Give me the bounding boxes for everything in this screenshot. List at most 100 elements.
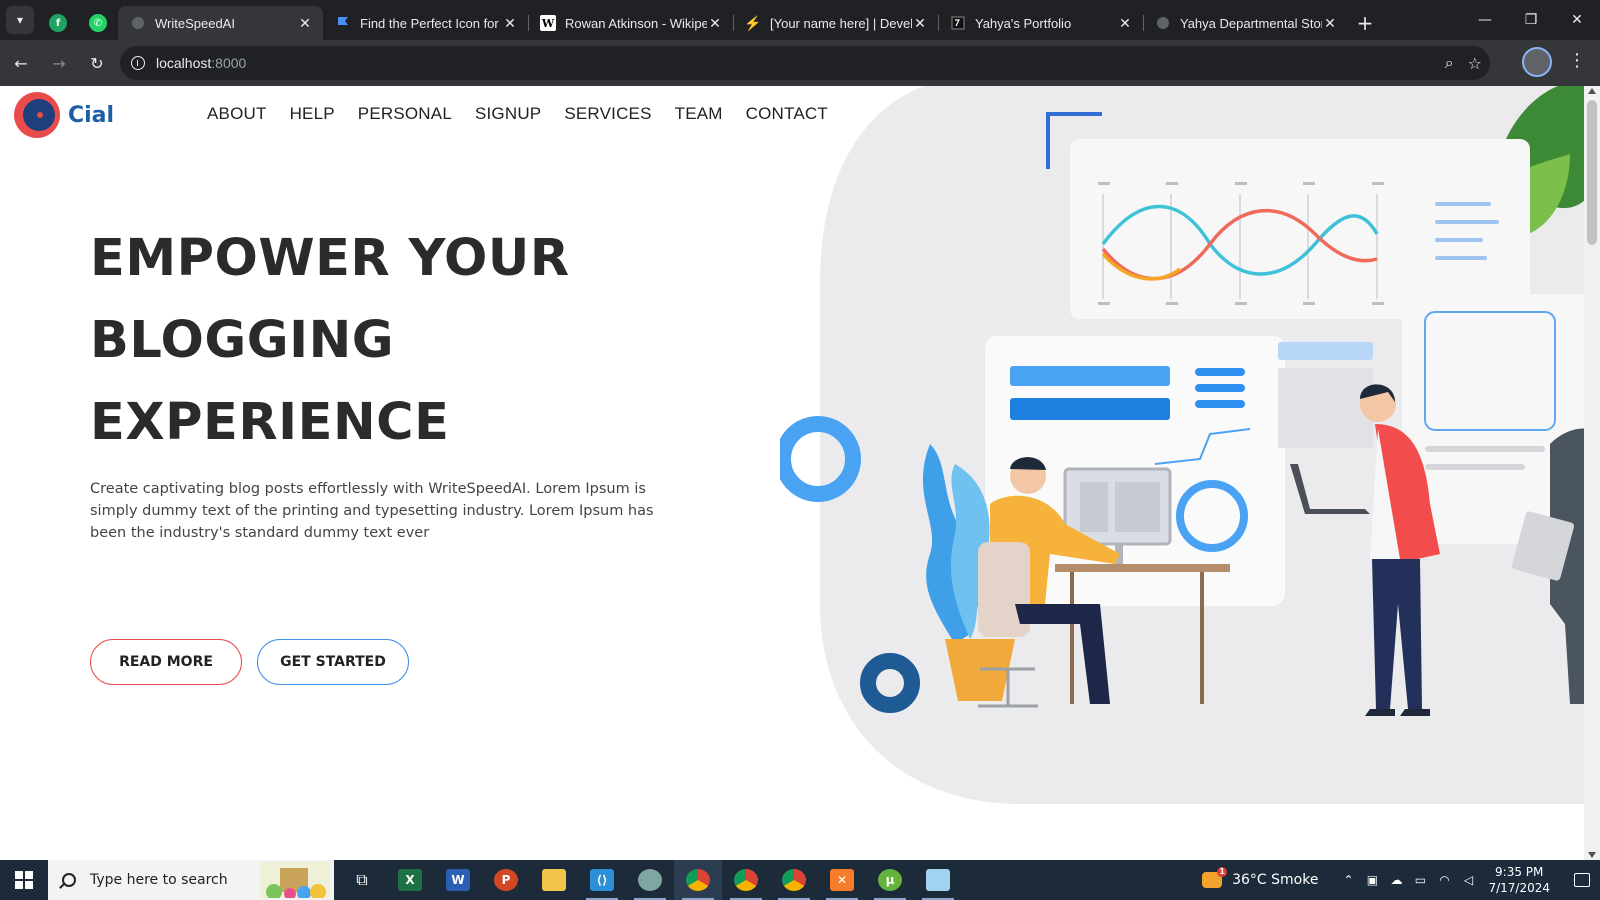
nav-services[interactable]: SERVICES [564,104,651,124]
page-scrollbar[interactable] [1584,86,1600,860]
taskbar-search[interactable]: Type here to search [48,860,334,900]
globe-icon [1155,15,1171,31]
task-view-button[interactable]: ⧉ [338,860,386,900]
zoom-icon[interactable]: ⌕ [1445,53,1454,73]
file-explorer-icon [542,869,566,891]
scroll-up-icon[interactable] [1588,88,1596,94]
scrollbar-thumb[interactable] [1587,100,1597,245]
browser-menu-icon[interactable]: ⋮ [1568,50,1586,71]
xampp-button[interactable]: ✕ [818,860,866,900]
tab-find-icon[interactable]: Find the Perfect Icon for Your ✕ [323,6,529,40]
notification-center-button[interactable] [1564,860,1600,900]
taskbar-apps: ⧉ X W P ⟨⟩ ✕ µ [338,860,962,900]
browser-toolbar: ← → ↻ localhost:8000 ⌕ ☆ ⋮ [0,40,1600,86]
main-navigation: ABOUT HELP PERSONAL SIGNUP SERVICES TEAM… [207,104,828,124]
close-window-button[interactable]: ✕ [1554,0,1600,40]
tab-writespeedai[interactable]: WriteSpeedAI ✕ [118,6,323,40]
new-tab-button[interactable]: + [1348,6,1382,40]
chart-card [1070,139,1530,319]
tab-wikipedia[interactable]: W Rowan Atkinson - Wikipedia ✕ [528,6,734,40]
restore-button[interactable]: ❐ [1508,0,1554,40]
profile-avatar[interactable] [1522,47,1552,77]
search-icon [62,873,76,887]
chrome-button[interactable] [674,860,722,900]
weather-widget[interactable]: 1 36°C Smoke [1202,867,1319,888]
bookmark-star-icon[interactable]: ☆ [1468,54,1482,73]
tab-title: Find the Perfect Icon for Your [360,15,502,31]
pinned-tab-1[interactable]: f [38,6,78,40]
close-tab-icon[interactable]: ✕ [707,15,723,32]
forward-button[interactable]: → [42,46,76,80]
tab-search-button[interactable]: ▾ [6,6,34,34]
page-viewport: Cial ABOUT HELP PERSONAL SIGNUP SERVICES… [0,86,1600,860]
site-info-icon[interactable] [122,47,154,79]
tab-developer[interactable]: ⚡ [Your name here] | Developer ✕ [733,6,939,40]
show-hidden-icons-chevron[interactable]: ⌃ [1336,873,1360,887]
utorrent-button[interactable]: µ [866,860,914,900]
url-text: localhost:8000 [156,55,247,71]
pinned-tab-whatsapp[interactable]: ✆ [78,6,118,40]
close-tab-icon[interactable]: ✕ [502,15,518,32]
powerpoint-button[interactable]: P [482,860,530,900]
close-tab-icon[interactable]: ✕ [297,15,313,32]
hero-title-line: EXPERIENCE [90,393,450,452]
tab-departmental-store[interactable]: Yahya Departmental Store ✕ [1143,6,1348,40]
tab-portfolio[interactable]: Yahya's Portfolio ✕ [938,6,1144,40]
battery-icon[interactable]: ▭ [1408,873,1432,887]
close-tab-icon[interactable]: ✕ [912,15,928,32]
close-tab-icon[interactable]: ✕ [1322,15,1338,32]
hero-title-line: BLOGGING [90,311,395,370]
chrome-profile-2-button[interactable] [770,860,818,900]
tab-title: WriteSpeedAI [155,15,235,31]
app-icon [638,869,662,891]
nav-help[interactable]: HELP [290,104,335,124]
nav-about[interactable]: ABOUT [207,104,267,124]
get-started-button[interactable]: GET STARTED [257,639,409,685]
clock[interactable]: 9:35 PM 7/17/2024 [1488,864,1550,896]
hero-title: EMPOWER YOUR BLOGGING EXPERIENCE [90,218,570,464]
tab-title: [Your name here] | Developer [770,15,912,31]
system-tray: 1 36°C Smoke ⌃ ▣ ☁ ▭ ◠ ◁ 9:35 PM 7/17/20… [1202,860,1600,900]
hero-description: Create captivating blog posts effortless… [90,481,654,541]
globe-icon [130,15,146,31]
reload-button[interactable]: ↻ [80,46,114,80]
app-button[interactable] [626,860,674,900]
powerpoint-icon: P [494,869,518,891]
volume-icon[interactable]: ◁ [1456,873,1480,887]
weather-icon: 1 [1202,867,1228,888]
clock-time: 9:35 PM [1495,865,1544,879]
notes-icon [926,869,950,891]
xampp-icon: ✕ [830,869,854,891]
onedrive-cloud-icon[interactable]: ☁ [1384,873,1408,887]
scroll-down-icon[interactable] [1588,852,1596,858]
word-button[interactable]: W [434,860,482,900]
clock-date: 7/17/2024 [1488,881,1550,895]
logo-text: Cial [68,102,115,128]
start-button[interactable] [0,860,48,900]
nav-signup[interactable]: SIGNUP [475,104,541,124]
window-controls: — ❐ ✕ [1462,0,1600,40]
read-more-button[interactable]: READ MORE [90,639,242,685]
file-explorer-button[interactable] [530,860,578,900]
wifi-icon[interactable]: ◠ [1432,873,1456,887]
site-logo[interactable]: Cial [14,92,114,138]
flag-icon [335,15,351,31]
close-tab-icon[interactable]: ✕ [1117,15,1133,32]
search-highlight-art [260,862,330,898]
minimize-button[interactable]: — [1462,0,1508,40]
wikipedia-icon: W [540,15,556,31]
vscode-icon: ⟨⟩ [590,869,614,891]
nav-personal[interactable]: PERSONAL [358,104,452,124]
weather-text: 36°C Smoke [1232,872,1319,888]
device-icon[interactable]: ▣ [1360,873,1384,887]
nav-contact[interactable]: CONTACT [746,104,828,124]
vscode-button[interactable]: ⟨⟩ [578,860,626,900]
back-button[interactable]: ← [4,46,38,80]
excel-button[interactable]: X [386,860,434,900]
tab-title: Yahya's Portfolio [975,15,1072,31]
whatsapp-icon: ✆ [89,14,107,32]
address-bar[interactable]: localhost:8000 ⌕ ☆ [120,46,1490,80]
notes-button[interactable] [914,860,962,900]
chrome-profile-button[interactable] [722,860,770,900]
nav-team[interactable]: TEAM [675,104,723,124]
